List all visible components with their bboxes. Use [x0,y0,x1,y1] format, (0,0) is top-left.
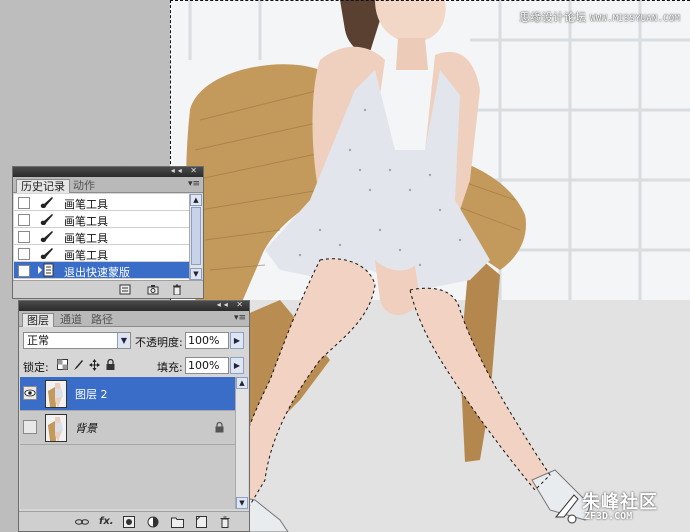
new-snapshot-icon[interactable] [147,284,159,295]
layers-panel-titlebar[interactable]: ◂◂ ✕ [19,300,249,311]
blend-mode-select[interactable]: 正常 ▼ [23,332,131,349]
fill-input[interactable]: 100% [185,357,229,374]
layer-thumbnail [45,414,67,442]
history-item-selected[interactable]: 退出快速蒙版 [14,262,189,279]
history-snapshot-box[interactable] [18,248,30,260]
new-document-from-state-icon[interactable] [119,284,131,295]
lock-row: 锁定: 填充: 100% ▶ [23,357,247,375]
history-item-label: 退出快速蒙版 [64,266,130,279]
delete-layer-icon[interactable] [219,516,231,528]
scroll-thumb[interactable] [191,207,201,265]
history-scrollbar[interactable]: ▲ ▼ [189,194,202,280]
lock-all-icon[interactable] [105,359,116,371]
watermark-top-cn: 思缘设计论坛 [519,11,587,24]
logo-mark-icon [554,494,579,524]
layer-visibility-toggle[interactable] [23,420,37,434]
opacity-label: 不透明度: [135,336,183,349]
history-item[interactable]: 画笔工具 [14,228,189,245]
exit-quick-mask-icon [38,263,54,277]
tab-paths[interactable]: 路径 [87,313,117,327]
lock-position-icon[interactable] [89,359,100,371]
collapse-close-icon[interactable]: ◂◂ ✕ [217,300,246,309]
add-mask-icon[interactable] [123,516,135,528]
layer-visibility-toggle[interactable] [23,386,37,400]
canvas-top-marquee [170,0,690,1]
opacity-input[interactable]: 100% [185,332,229,349]
tab-channels[interactable]: 通道 [56,313,86,327]
delete-state-icon[interactable] [171,284,183,295]
layer-row[interactable]: 背景 [20,411,236,445]
layer-thumbnail-image [46,415,66,441]
lock-label: 锁定: [23,361,49,374]
new-group-icon[interactable] [171,516,184,528]
link-layers-icon[interactable] [75,516,89,528]
panel-menu-icon[interactable]: ▾≡ [188,179,200,189]
lock-transparent-pixels-icon[interactable] [57,359,68,371]
watermark-logo-url: ZF3D.COM [584,511,633,522]
history-item-label: 画笔工具 [64,249,108,262]
history-item[interactable]: 画笔工具 [14,194,189,211]
scroll-up-icon[interactable]: ▲ [190,194,202,206]
scroll-down-icon[interactable]: ▼ [236,497,248,509]
history-snapshot-box[interactable] [18,197,30,209]
eye-icon [24,389,36,397]
blend-mode-value: 正常 [27,334,49,347]
brush-icon [40,214,53,226]
lock-image-pixels-icon[interactable] [73,359,84,371]
fill-label: 填充: [157,361,183,374]
tab-history[interactable]: 历史记录 [16,179,70,193]
layer-row-selected[interactable]: 图层 2 [20,377,236,411]
layers-panel: ◂◂ ✕ 图层 通道 路径 ▾≡ 正常 ▼ 不透明度: 100% ▶ 锁定: 填… [18,300,250,532]
history-item[interactable]: 画笔工具 [14,211,189,228]
history-tabs: 历史记录 动作 ▾≡ [13,177,203,193]
history-panel: ◂◂ ✕ 历史记录 动作 ▾≡ 画笔工具 画笔工具 画笔工具 画笔工具 退出快速… [12,166,204,299]
brush-icon [40,248,53,260]
fx-icon[interactable]: fx. [99,516,114,528]
new-layer-icon[interactable] [195,516,207,528]
history-item-label: 画笔工具 [64,215,108,228]
scroll-up-icon[interactable]: ▲ [236,377,248,389]
watermark-logo: 朱峰社区 ZF3D.COM [552,487,682,527]
history-panel-titlebar[interactable]: ◂◂ ✕ [13,166,203,177]
panel-menu-icon[interactable]: ▾≡ [234,313,246,323]
history-item[interactable]: 画笔工具 [14,245,189,262]
layer-name[interactable]: 图层 2 [75,386,108,402]
collapse-close-icon[interactable]: ◂◂ ✕ [171,166,200,175]
fill-slider-arrow-icon[interactable]: ▶ [230,357,244,374]
history-item-label: 画笔工具 [64,198,108,211]
watermark-top: 思缘设计论坛 WWW.MISSYUAN.COM [519,9,680,25]
opacity-slider-arrow-icon[interactable]: ▶ [230,332,244,349]
layers-footer: fx. [19,511,249,531]
layers-tabs: 图层 通道 路径 ▾≡ [19,311,249,327]
chevron-down-icon: ▼ [117,333,130,348]
history-snapshot-box[interactable] [18,231,30,243]
tab-actions[interactable]: 动作 [69,179,99,193]
history-list: 画笔工具 画笔工具 画笔工具 画笔工具 退出快速蒙版 [14,194,189,280]
layer-name[interactable]: 背景 [75,420,97,436]
blend-row: 正常 ▼ 不透明度: 100% ▶ [23,332,247,350]
scroll-down-icon[interactable]: ▼ [190,268,202,280]
lock-icon [215,422,224,433]
layer-thumbnail [45,380,67,408]
history-snapshot-box[interactable] [18,265,30,277]
history-footer [13,280,203,298]
adjustment-layer-icon[interactable] [147,516,159,528]
watermark-top-site: WWW.MISSYUAN.COM [590,14,680,24]
history-item-label: 画笔工具 [64,232,108,245]
history-snapshot-box[interactable] [18,214,30,226]
layer-thumbnail-image [46,381,66,407]
layer-list: 图层 2 背景 [20,377,236,509]
brush-icon [40,231,53,243]
layer-scrollbar[interactable]: ▲ ▼ [235,377,248,509]
tab-layers[interactable]: 图层 [22,313,54,327]
brush-icon [40,197,53,209]
